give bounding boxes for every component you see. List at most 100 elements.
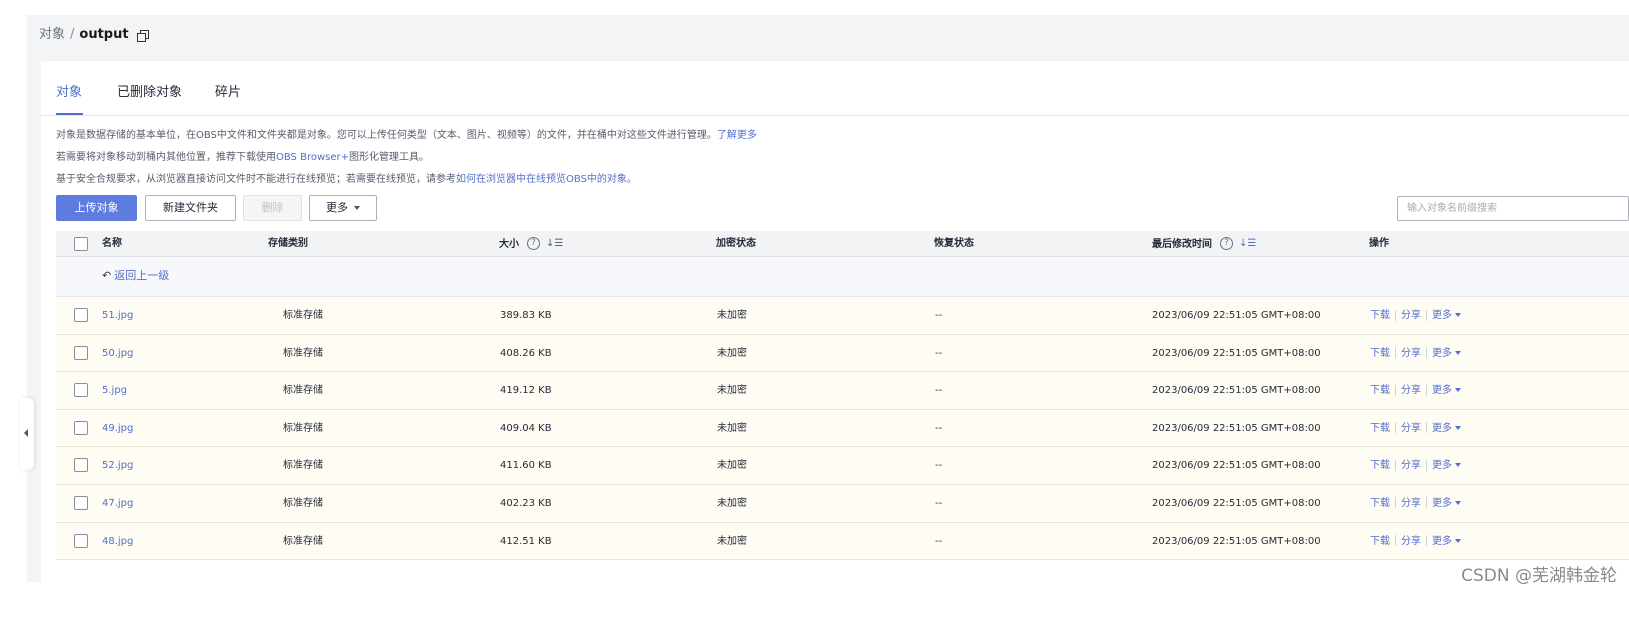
select-all-checkbox[interactable] <box>74 237 88 251</box>
row-actions: 下载 分享 更多 <box>1370 372 1461 409</box>
help-icon[interactable]: ? <box>1220 236 1233 250</box>
share-link[interactable]: 分享 <box>1401 498 1421 509</box>
row-actions: 下载 分享 更多 <box>1370 335 1461 372</box>
sort-icon[interactable]: ↓☰ <box>546 231 563 257</box>
back-to-parent-link[interactable]: ↶ 返回上一级 <box>102 268 169 284</box>
row-checkbox[interactable] <box>74 308 88 322</box>
download-link[interactable]: 下载 <box>1370 310 1390 321</box>
more-actions-label: 更多 <box>1432 535 1452 547</box>
delete-button[interactable]: 删除 <box>243 195 302 221</box>
row-checkbox[interactable] <box>74 458 88 473</box>
download-link[interactable]: 下载 <box>1370 536 1390 547</box>
action-divider <box>1395 384 1396 396</box>
breadcrumb-bar: 对象 / output <box>27 15 1629 61</box>
sort-icon[interactable]: ↓☰ <box>1239 231 1256 257</box>
breadcrumb-root-link[interactable]: 对象 <box>39 26 65 44</box>
download-link[interactable]: 下载 <box>1370 385 1390 396</box>
download-link[interactable]: 下载 <box>1370 423 1390 434</box>
download-link[interactable]: 下载 <box>1370 460 1390 471</box>
action-divider <box>1426 384 1427 396</box>
download-link[interactable]: 下载 <box>1370 498 1390 509</box>
back-label: 返回上一级 <box>114 269 170 282</box>
encryption-cell: 未加密 <box>717 347 747 359</box>
more-actions-link[interactable]: 更多 <box>1432 460 1461 471</box>
share-link[interactable]: 分享 <box>1401 385 1421 396</box>
encryption-cell: 未加密 <box>717 497 747 509</box>
more-actions-link[interactable]: 更多 <box>1432 385 1461 396</box>
modified-header-label: 最后修改时间 <box>1152 239 1212 250</box>
storage-class-cell: 标准存储 <box>283 535 323 547</box>
chevron-down-icon <box>1455 463 1461 468</box>
modified-cell: 2023/06/09 22:51:05 GMT+08:00 <box>1152 310 1321 321</box>
help-icon[interactable]: ? <box>527 236 540 250</box>
encryption-cell: 未加密 <box>717 310 747 321</box>
row-checkbox[interactable] <box>74 345 88 360</box>
object-name-link[interactable]: 47.jpg <box>102 485 133 522</box>
size-cell: 409.04 KB <box>500 422 552 434</box>
obs-object-page: 对象 / output 对象 已删除对象 碎片 对象是数据存储的基本单位，在OB… <box>0 0 1629 617</box>
copy-icon[interactable] <box>136 29 149 42</box>
restore-cell: -- <box>935 422 943 434</box>
object-name-link[interactable]: 5.jpg <box>102 372 127 409</box>
more-actions-link[interactable]: 更多 <box>1432 348 1461 359</box>
table-row: 51.jpg 标准存储 389.83 KB 未加密 -- 2023/06/09 … <box>56 297 1629 335</box>
new-folder-button[interactable]: 新建文件夹 <box>145 195 236 221</box>
row-actions: 下载 分享 更多 <box>1370 297 1461 334</box>
table-row: 48.jpg 标准存储 412.51 KB 未加密 -- 2023/06/09 … <box>56 522 1629 561</box>
row-checkbox[interactable] <box>74 495 88 510</box>
upload-object-button[interactable]: 上传对象 <box>56 195 137 221</box>
row-checkbox[interactable] <box>74 383 88 398</box>
column-header-size: 大小? ↓☰ <box>499 231 563 258</box>
share-link[interactable]: 分享 <box>1401 460 1421 471</box>
table-row: 50.jpg 标准存储 408.26 KB 未加密 -- 2023/06/09 … <box>56 334 1629 373</box>
info-line-3: 基于安全合规要求，从浏览器直接访问文件时不能进行在线预览；若需要在线预览，请参考… <box>56 173 637 187</box>
row-checkbox[interactable] <box>74 420 88 435</box>
object-search-input[interactable] <box>1397 196 1629 221</box>
object-name-link[interactable]: 50.jpg <box>102 335 133 372</box>
more-actions-link[interactable]: 更多 <box>1432 310 1461 321</box>
download-link[interactable]: 下载 <box>1370 348 1390 359</box>
tab-bar: 对象 已删除对象 碎片 <box>41 81 1629 116</box>
object-name-link[interactable]: 52.jpg <box>102 447 133 484</box>
more-actions-link[interactable]: 更多 <box>1432 536 1461 547</box>
storage-class-cell: 标准存储 <box>283 385 323 397</box>
online-preview-help-link[interactable]: 如何在浏览器中在线预览OBS中的对象。 <box>456 174 637 185</box>
storage-class-cell: 标准存储 <box>283 460 323 472</box>
tab-fragments[interactable]: 碎片 <box>215 84 241 102</box>
column-header-name: 名称 <box>102 238 122 249</box>
action-divider <box>1395 497 1396 509</box>
tab-objects[interactable]: 对象 <box>56 84 82 102</box>
restore-cell: -- <box>935 310 943 321</box>
row-actions: 下载 分享 更多 <box>1370 485 1461 522</box>
share-link[interactable]: 分享 <box>1401 310 1421 321</box>
restore-cell: -- <box>935 497 943 509</box>
info-line-2-prefix: 若需要将对象移动到桶内其他位置，推荐下载使用 <box>56 152 276 163</box>
tab-deleted-objects[interactable]: 已删除对象 <box>117 84 182 102</box>
share-link[interactable]: 分享 <box>1401 348 1421 359</box>
active-tab-indicator <box>56 113 83 115</box>
share-link[interactable]: 分享 <box>1401 423 1421 434</box>
share-link[interactable]: 分享 <box>1401 536 1421 547</box>
more-dropdown-button[interactable]: 更多 <box>309 195 377 221</box>
row-actions: 下载 分享 更多 <box>1370 447 1461 484</box>
encryption-cell: 未加密 <box>717 422 747 434</box>
size-header-label: 大小 <box>499 239 519 250</box>
object-name-link[interactable]: 51.jpg <box>102 297 133 334</box>
back-row: ↶ 返回上一级 <box>56 257 1629 297</box>
more-actions-link[interactable]: 更多 <box>1432 498 1461 509</box>
more-actions-link[interactable]: 更多 <box>1432 423 1461 434</box>
storage-class-cell: 标准存储 <box>283 310 323 321</box>
object-name-link[interactable]: 48.jpg <box>102 523 133 560</box>
obs-browser-link[interactable]: OBS Browser+ <box>276 152 349 163</box>
object-name-link[interactable]: 49.jpg <box>102 410 133 447</box>
column-header-restore: 恢复状态 <box>934 238 974 249</box>
restore-cell: -- <box>935 385 943 397</box>
chevron-down-icon <box>1455 538 1461 543</box>
chevron-down-icon <box>1455 425 1461 430</box>
learn-more-link[interactable]: 了解更多 <box>717 130 757 141</box>
action-divider <box>1426 497 1427 509</box>
collapse-sidebar-handle[interactable] <box>20 398 34 470</box>
chevron-down-icon <box>1455 388 1461 393</box>
row-checkbox[interactable] <box>74 533 88 548</box>
size-cell: 408.26 KB <box>500 347 552 359</box>
